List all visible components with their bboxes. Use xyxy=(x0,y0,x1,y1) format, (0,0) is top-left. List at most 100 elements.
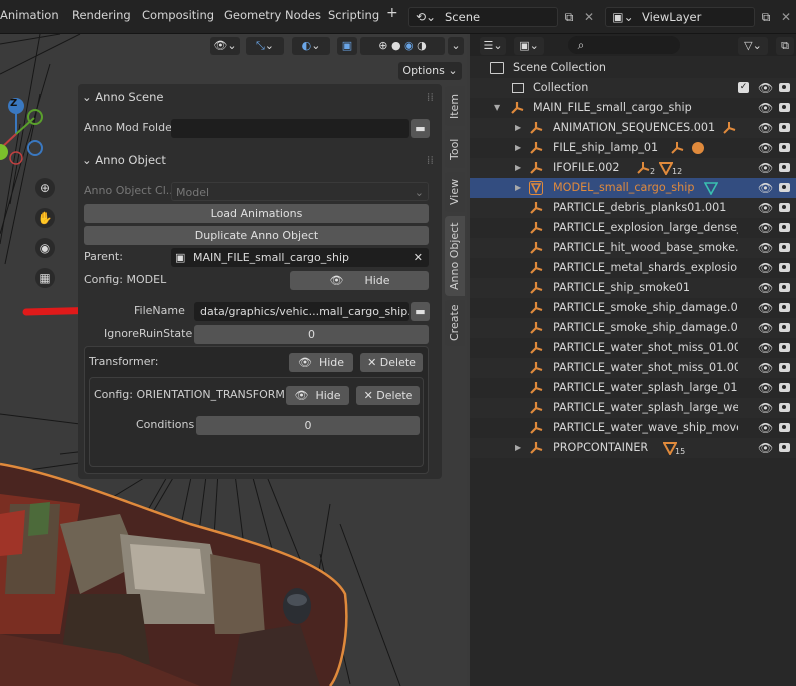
camera-icon[interactable] xyxy=(779,363,790,372)
eye-icon[interactable]: 👁 xyxy=(758,78,773,98)
camera-icon[interactable] xyxy=(779,203,790,212)
anno-scene-header[interactable]: ⌄ Anno Scene ⁞⁞ xyxy=(82,86,438,108)
tab-geometry-nodes[interactable]: Geometry Nodes xyxy=(224,8,321,22)
outliner-item-row[interactable]: ▶ IFOFILE.002 2 12 👁 xyxy=(470,158,796,178)
duplicate-anno-object-button[interactable]: Duplicate Anno Object xyxy=(84,226,429,245)
eye-icon[interactable]: 👁 xyxy=(758,198,773,218)
new-viewlayer-icon[interactable]: ⧉ xyxy=(758,8,774,26)
camera-icon[interactable] xyxy=(779,383,790,392)
load-animations-button[interactable]: Load Animations xyxy=(84,204,429,223)
close-scene-icon[interactable]: ✕ xyxy=(582,8,596,26)
tab-tool[interactable]: Tool xyxy=(445,130,465,168)
camera-icon[interactable] xyxy=(779,263,790,272)
parent-field[interactable]: ▣ MAIN_FILE_small_cargo_ship ✕ xyxy=(171,248,429,267)
drag-handle-icon[interactable]: ⁞⁞ xyxy=(427,86,434,108)
chevron-right-icon[interactable]: ▶ xyxy=(515,158,521,178)
scene-selector[interactable]: ⟲⌄ Scene xyxy=(408,7,558,27)
exclude-checkbox[interactable]: ✓ xyxy=(738,82,749,93)
chevron-down-icon[interactable]: ▼ xyxy=(494,98,500,118)
tab-anno-object[interactable]: Anno Object xyxy=(445,216,465,296)
display-mode-dropdown[interactable]: ☰⌄ xyxy=(480,37,506,55)
eye-icon[interactable]: 👁 xyxy=(758,98,773,118)
camera-icon[interactable] xyxy=(779,443,790,452)
chevron-right-icon[interactable]: ▶ xyxy=(515,138,521,158)
folder-browse-button[interactable]: ▬ xyxy=(411,119,430,138)
clear-icon[interactable]: ✕ xyxy=(414,248,423,267)
camera-icon[interactable] xyxy=(779,423,790,432)
outliner-item-row[interactable]: PARTICLE_explosion_large_dense_03 👁 xyxy=(470,218,796,238)
camera-icon[interactable] xyxy=(779,343,790,352)
tab-animation[interactable]: Animation xyxy=(0,8,59,22)
ignore-ruin-field[interactable]: 0 xyxy=(194,325,429,344)
close-viewlayer-icon[interactable]: ✕ xyxy=(779,8,793,26)
chevron-right-icon[interactable]: ▶ xyxy=(515,118,521,138)
outliner-item-row[interactable]: ▶ ANIMATION_SEQUENCES.001 👁 xyxy=(470,118,796,138)
options-dropdown[interactable]: Options ⌄ xyxy=(398,62,462,80)
eye-icon[interactable]: 👁 xyxy=(758,118,773,138)
eye-icon[interactable]: 👁 xyxy=(758,418,773,438)
camera-icon[interactable] xyxy=(779,303,790,312)
solid-shading-icon[interactable]: ● xyxy=(391,39,401,52)
camera-icon[interactable] xyxy=(779,403,790,412)
mod-folder-input[interactable] xyxy=(171,119,409,138)
outliner-item-row[interactable]: ▶ PROPCONTAINER 15 👁 xyxy=(470,438,796,458)
eye-icon[interactable]: 👁 xyxy=(758,138,773,158)
outliner-item-row[interactable]: PARTICLE_water_splash_large_01.00 👁 xyxy=(470,378,796,398)
outliner-item-row[interactable]: PARTICLE_metal_shards_explosion_s 👁 xyxy=(470,258,796,278)
anno-object-header[interactable]: ⌄ Anno Object ⁞⁞ xyxy=(82,149,438,171)
camera-icon[interactable] xyxy=(779,83,790,92)
xray-toggle[interactable]: ▣ xyxy=(337,37,357,55)
filter-type-dropdown[interactable]: ▣⌄ xyxy=(514,37,544,55)
camera-icon[interactable] xyxy=(779,103,790,112)
eye-icon[interactable]: 👁 xyxy=(758,158,773,178)
wireframe-shading-icon[interactable]: ⊕ xyxy=(378,39,387,52)
eye-icon[interactable]: 👁 xyxy=(758,278,773,298)
camera-icon[interactable] xyxy=(779,223,790,232)
shading-modes[interactable]: ⊕ ● ◉ ◑ xyxy=(360,37,445,55)
outliner-item-row[interactable]: PARTICLE_debris_planks01.001 👁 xyxy=(470,198,796,218)
eye-icon[interactable]: 👁 xyxy=(758,338,773,358)
filename-browse-button[interactable]: ▬ xyxy=(411,302,430,321)
visibility-dropdown[interactable]: 👁⌄ xyxy=(210,37,240,55)
eye-icon[interactable]: 👁 xyxy=(758,358,773,378)
camera-view-icon[interactable]: ◉ xyxy=(35,238,55,258)
camera-icon[interactable] xyxy=(779,183,790,192)
new-collection-button[interactable]: ⧉ xyxy=(776,37,794,55)
tab-scripting[interactable]: Scripting xyxy=(328,8,379,22)
transformer-delete-button[interactable]: ✕ Delete xyxy=(360,353,423,372)
drag-handle-icon[interactable]: ⁞⁞ xyxy=(427,149,434,171)
camera-icon[interactable] xyxy=(779,163,790,172)
material-shading-icon[interactable]: ◉ xyxy=(404,39,414,52)
eye-icon[interactable]: 👁 xyxy=(758,258,773,278)
zoom-icon[interactable]: ⊕ xyxy=(35,178,55,198)
camera-icon[interactable] xyxy=(779,323,790,332)
grid-icon[interactable]: ▦ xyxy=(35,268,55,288)
outliner-row-main-file[interactable]: ▼ MAIN_FILE_small_cargo_ship 👁 xyxy=(470,98,796,118)
orientation-hide-button[interactable]: 👁 Hide xyxy=(286,386,349,405)
tab-view[interactable]: View xyxy=(445,172,465,212)
outliner-item-row[interactable]: PARTICLE_water_shot_miss_01.002 👁 xyxy=(470,338,796,358)
eye-icon[interactable]: 👁 xyxy=(758,178,773,198)
tab-item[interactable]: Item xyxy=(445,86,465,126)
chevron-right-icon[interactable]: ▶ xyxy=(515,178,521,198)
shading-options[interactable]: ⌄ xyxy=(448,37,464,55)
config-hide-button[interactable]: 👁 Hide xyxy=(290,271,429,290)
object-class-select[interactable]: Model ⌄ xyxy=(171,182,429,201)
outliner-row-scene-collection[interactable]: Scene Collection xyxy=(470,58,796,78)
add-workspace-button[interactable]: + xyxy=(386,5,398,21)
eye-icon[interactable]: 👁 xyxy=(758,298,773,318)
eye-icon[interactable]: 👁 xyxy=(758,318,773,338)
outliner-item-row[interactable]: PARTICLE_smoke_ship_damage.001 👁 xyxy=(470,298,796,318)
3d-viewport[interactable]: Z ⊕ ✋ ◉ ▦ 👁⌄ ⤡⌄ ◐⌄ ▣ ⊕ ● ◉ ◑ ⌄ Options ⌄… xyxy=(0,34,467,686)
transformer-hide-button[interactable]: 👁 Hide xyxy=(289,353,353,372)
eye-icon[interactable]: 👁 xyxy=(758,378,773,398)
rendered-shading-icon[interactable]: ◑ xyxy=(417,39,427,52)
chevron-right-icon[interactable]: ▶ xyxy=(515,438,521,458)
outliner-item-row[interactable]: PARTICLE_water_splash_large_we_0 👁 xyxy=(470,398,796,418)
outliner-item-row[interactable]: PARTICLE_smoke_ship_damage.002 👁 xyxy=(470,318,796,338)
camera-icon[interactable] xyxy=(779,283,790,292)
outliner-row-collection[interactable]: Collection ✓ 👁 xyxy=(470,78,796,98)
outliner-item-row[interactable]: PARTICLE_ship_smoke01 👁 xyxy=(470,278,796,298)
outliner-item-row[interactable]: PARTICLE_water_wave_ship_move_0 👁 xyxy=(470,418,796,438)
outliner-item-row[interactable]: ▶ MODEL_small_cargo_ship 👁 xyxy=(470,178,796,198)
